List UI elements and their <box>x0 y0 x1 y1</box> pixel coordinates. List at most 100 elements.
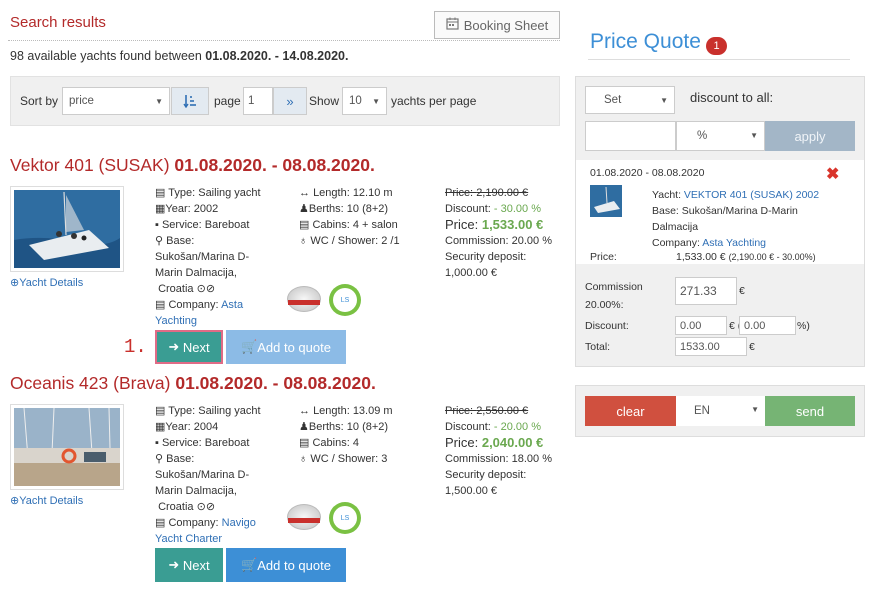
per-page-value: 10 <box>349 95 362 107</box>
add-to-quote-label: Add to quote <box>257 557 331 573</box>
yacht-type: ▤ Type: Sailing yacht <box>155 403 295 419</box>
next-label: Next <box>182 339 210 355</box>
map-marker-icon[interactable]: ⊙ <box>197 501 206 513</box>
yacht-photo[interactable] <box>10 186 124 272</box>
yacht-base-line: Marin Dalmacija, <box>155 267 237 279</box>
yacht-base: ⚲ Base: <box>155 451 295 467</box>
clear-button[interactable]: clear <box>585 396 676 426</box>
deposit-value: 1,500.00 € <box>445 485 497 497</box>
sort-bar: Sort by price ▼ page 1 » Show 10 ▼ yachts … <box>10 76 560 126</box>
yacht-title[interactable]: Vektor 401 (SUSAK) 01.08.2020. - 08.08.2… <box>10 155 375 176</box>
commission-label-line: 20.00%: <box>585 299 624 311</box>
yacht-base: ⚲ Base: <box>155 233 295 249</box>
yacht-type-text: Type: Sailing yacht <box>168 187 261 199</box>
quote-base: Base: Sukošan/Marina D-Marin <box>652 205 798 217</box>
map-marker-icon[interactable]: ⊙ <box>197 283 206 295</box>
quote-price-detail: (2,190.00 € - 30.00%) <box>728 252 816 262</box>
old-price-label: Price: <box>445 187 477 199</box>
yacht-base-label: Base: <box>166 235 195 247</box>
yacht-details-label: Yacht Details <box>19 277 84 289</box>
briefcase-icon: ▪ <box>155 219 159 231</box>
compass-icon[interactable]: ⊘ <box>206 283 215 295</box>
building-icon: ▤ <box>299 437 310 449</box>
compass-icon[interactable]: ⊘ <box>206 501 215 513</box>
quote-price: 1,533.00 € (2,190.00 € - 30.00%) <box>676 251 816 263</box>
current-price: Price: 2,040.00 € <box>445 435 560 451</box>
yacht-info: ▤ Type: Sailing yacht ▦Year: 2002 ▪ Serv… <box>155 185 295 329</box>
deposit-label: Security deposit: <box>445 251 527 263</box>
calendar-icon: ▦ <box>155 203 166 215</box>
next-button[interactable]: ➜ Next <box>155 330 223 364</box>
discount-label: Discount: <box>445 421 494 433</box>
quote-yacht-link[interactable]: VEKTOR 401 (SUSAK) 2002 <box>684 189 819 201</box>
yacht-cabins-text: Cabins: 4 <box>312 437 359 449</box>
apply-button[interactable]: apply <box>765 121 855 151</box>
language-select[interactable]: EN ▼ <box>676 396 765 426</box>
yacht-title[interactable]: Oceanis 423 (Brava) 01.08.2020. - 08.08.… <box>10 373 376 394</box>
price-value: 1,533.00 € <box>481 217 544 232</box>
discount-percent-input[interactable]: 0.00 <box>739 316 796 335</box>
yacht-photo[interactable] <box>10 404 124 490</box>
total-input[interactable]: 1533.00 <box>675 337 747 356</box>
discount-unit-select[interactable]: % ▼ <box>676 121 765 151</box>
yacht-length-text: Length: 12.10 m <box>313 187 393 199</box>
page-go-button[interactable]: » <box>273 87 307 115</box>
yacht-length: ↔ Length: 12.10 m <box>299 185 439 201</box>
add-to-quote-button[interactable]: 🛒 Add to quote <box>226 548 346 582</box>
yacht-company: ▤ Company: Asta <box>155 297 295 313</box>
map-marker-icon: ⚲ <box>155 235 164 247</box>
remove-icon[interactable]: ✖ <box>826 164 839 184</box>
discount-amount-input[interactable]: 0.00 <box>675 316 727 335</box>
commission: Commission: 20.00 % <box>445 235 552 247</box>
per-page-select[interactable]: 10 ▼ <box>342 87 387 115</box>
old-price: Price: 2,190.00 € <box>445 185 560 201</box>
divider <box>588 59 850 60</box>
yacht-info: ▤ Type: Sailing yacht ▦Year: 2004 ▪ Serv… <box>155 403 295 547</box>
yacht-details-link[interactable]: ⊕Yacht Details <box>10 276 83 289</box>
set-select[interactable]: Set ▼ <box>585 86 675 114</box>
sort-select[interactable]: price ▼ <box>62 87 170 115</box>
yacht-details-link[interactable]: ⊕Yacht Details <box>10 494 83 507</box>
total-label: Total: <box>585 341 611 353</box>
yacht-service: ▪ Service: Bareboat <box>155 217 295 233</box>
yacht-base-line: Sukošan/Marina D- <box>155 469 250 481</box>
quote-company: Company: Asta Yachting <box>652 235 862 251</box>
yacht-type: ▤ Type: Sailing yacht <box>155 185 295 201</box>
yacht-wc: ♁ WC / Shower: 3 <box>299 451 439 467</box>
discount-all-input[interactable] <box>585 121 676 151</box>
shower-icon: ♁ <box>299 235 308 247</box>
old-price: Price: 2,550.00 € <box>445 403 560 419</box>
quote-item: 01.08.2020 - 08.08.2020 ✖ Yacht: VEKTOR … <box>576 160 864 264</box>
sort-order-button[interactable] <box>171 87 209 115</box>
euro-label: € <box>739 285 745 297</box>
yacht-cabins: ▤ Cabins: 4 <box>299 435 439 451</box>
cart-icon: 🛒 <box>241 557 258 572</box>
building-icon: ▤ <box>155 517 166 529</box>
send-button[interactable]: send <box>765 396 855 426</box>
page-input[interactable]: 1 <box>243 87 273 115</box>
yacht-base-label: Base: <box>166 453 195 465</box>
commission-input[interactable]: 271.33 <box>675 277 737 305</box>
next-button[interactable]: ➜ Next <box>155 548 223 582</box>
quote-actions: clear EN ▼ send <box>575 385 865 437</box>
yacht-service-text: Service: Bareboat <box>161 219 250 231</box>
company-link[interactable]: Navigo <box>222 517 256 529</box>
discount-unit-value: % <box>697 130 708 142</box>
company-link[interactable]: Yacht Charter <box>155 533 222 545</box>
calendar-icon <box>446 17 459 33</box>
company-link[interactable]: Asta <box>221 299 243 311</box>
building-icon: ▤ <box>155 299 166 311</box>
booking-sheet-button[interactable]: Booking Sheet <box>434 11 560 39</box>
add-to-quote-button[interactable]: 🛒 Add to quote <box>226 330 346 364</box>
yacht-berths: ♟Berths: 10 (8+2) <box>299 201 439 217</box>
company-link[interactable]: Yachting <box>155 315 197 327</box>
discount-value: - 20.00 % <box>493 421 542 433</box>
commission: Commission: 18.00 % <box>445 453 552 465</box>
quote-company-link[interactable]: Asta Yachting <box>702 237 766 249</box>
arrows-horizontal-icon: ↔ <box>299 187 310 199</box>
quote-yacht-label: Yacht: <box>652 189 684 201</box>
yacht-service: ▪ Service: Bareboat <box>155 435 295 451</box>
per-page-label: yachts per page <box>391 94 477 108</box>
yacht-base-country-text: Croatia <box>158 501 194 513</box>
yacht-year-text: Year: 2002 <box>165 203 219 215</box>
